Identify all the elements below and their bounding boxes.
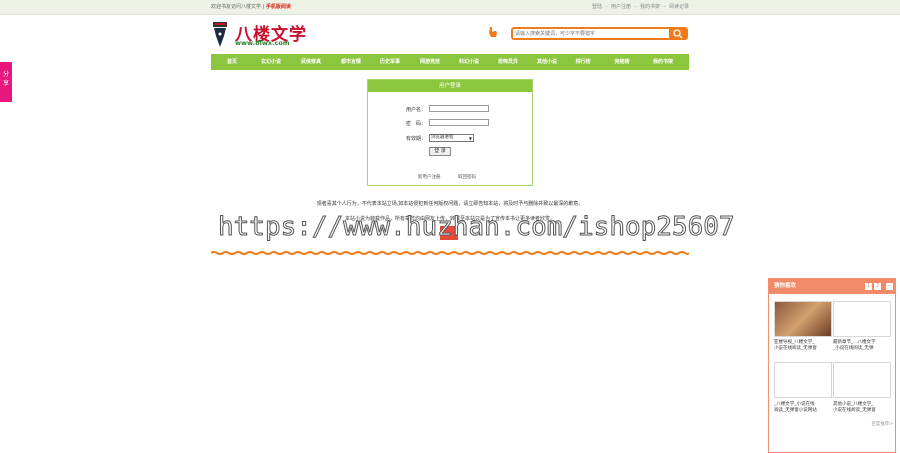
search-input[interactable]: [515, 29, 665, 38]
login-box: 用户登录 用户名： 密 码： 有效期： 浏览器进程 ▼ 登 录 新用户注册 取回…: [367, 79, 533, 186]
expiry-label: 有效期：: [406, 136, 427, 142]
nav-lishi[interactable]: 历史军事: [372, 54, 408, 70]
hand-pointer-icon: [489, 27, 497, 37]
password-label: 密 码：: [406, 121, 427, 127]
logo-url: www.8lwx.com: [235, 39, 290, 47]
recommend-item-4-line2: 小说在线阅读_无弹窗: [833, 408, 876, 413]
site-logo[interactable]: 八楼文学 www.8lwx.com: [211, 20, 321, 50]
register-link[interactable]: 新用户注册: [418, 174, 441, 180]
login-title: 用户登录: [368, 80, 532, 92]
search-box: [511, 27, 688, 40]
nav-wuxia[interactable]: 武侠修真: [293, 54, 329, 70]
nav-kehuan[interactable]: 科幻小说: [451, 54, 487, 70]
pen-nib-icon: [213, 22, 227, 47]
welcome-text: 欢迎书友访问八楼文学: [211, 4, 262, 10]
bookshelf-link[interactable]: 我的书架: [640, 4, 660, 10]
main-nav: 首页 玄幻小说 武侠修真 都市言情 历史军事 网游竞技 科幻小说 恐怖灵异 其他…: [211, 54, 689, 70]
recommend-item-1-line2: 小说在线阅读_无弹窗: [774, 346, 817, 351]
top-link-sep: -: [605, 4, 608, 10]
watermark-text: https://www.huzhan.com/ishop25607: [218, 212, 736, 243]
top-link-sep: -: [663, 4, 666, 10]
nav-xuanhuan[interactable]: 玄幻小说: [253, 54, 289, 70]
expiry-select[interactable]: 浏览器进程 ▼: [429, 134, 474, 142]
recommend-item-2-line2: _小说在线阅读_无弹: [833, 346, 874, 351]
top-bar-inner: 欢迎书友访问八楼文学 | 手机版阅读 登陆 - 用户注册 - 我的书架 - 阅读…: [211, 0, 689, 14]
login-button[interactable]: 登 录: [429, 147, 451, 156]
dropdown-arrow-icon: ▼: [468, 136, 472, 141]
username-label: 用户名：: [406, 107, 427, 113]
nav-qita[interactable]: 其他小说: [529, 54, 565, 70]
more-link[interactable]: 百度推荐>: [871, 421, 893, 427]
mobile-link[interactable]: 手机版阅读: [266, 4, 291, 10]
nav-dushi[interactable]: 都市言情: [333, 54, 369, 70]
recommend-item-4[interactable]: 其他小说_八楼文学_ 小说在线阅读_无弹窗: [833, 402, 893, 414]
top-separator: |: [262, 4, 265, 10]
watermark-overlay: https://www.huzhan.com/ishop25607: [218, 212, 736, 243]
top-bar-links: 登陆 - 用户注册 - 我的书架 - 阅读记录: [590, 0, 689, 14]
username-input[interactable]: [429, 105, 489, 112]
share-label: 分享: [3, 71, 10, 87]
page-2-button[interactable]: 2: [874, 283, 881, 290]
recommend-thumb-1[interactable]: [774, 301, 832, 337]
recommend-item-1[interactable]: 亚楼导视_八楼文学_ 小说在线阅读_无弹窗: [774, 340, 834, 352]
search-button[interactable]: [669, 28, 687, 39]
recommend-thumb-2[interactable]: [833, 301, 891, 337]
collapse-button[interactable]: −: [886, 283, 893, 290]
recommend-thumb-3[interactable]: [774, 362, 832, 398]
nav-completed[interactable]: 完结榜: [607, 54, 637, 70]
top-bar-left: 欢迎书友访问八楼文学 | 手机版阅读: [211, 0, 291, 14]
recommend-thumb-4[interactable]: [833, 362, 891, 398]
nav-home[interactable]: 首页: [217, 54, 247, 70]
login-link[interactable]: 登陆: [592, 4, 602, 10]
disclaimer-line-1: 观者喜其个人行为，不代表本站立场,如本站侵犯到任何版权问题，请立即告知本站，将及…: [316, 201, 584, 207]
history-link[interactable]: 阅读记录: [669, 4, 689, 10]
top-bar: 欢迎书友访问八楼文学 | 手机版阅读 登陆 - 用户注册 - 我的书架 - 阅读…: [0, 0, 900, 15]
nav-ranking[interactable]: 排行榜: [568, 54, 598, 70]
recommend-item-2[interactable]: 最新章节_...八楼文学 _小说在线阅读_无弹: [833, 340, 893, 352]
search-icon: [673, 29, 683, 39]
recommend-panel: 猜你喜欢 1 2 − 亚楼导视_八楼文学_ 小说在线阅读_无弹窗 最新章节_..…: [768, 278, 896, 453]
nav-kongbu[interactable]: 恐怖灵异: [490, 54, 526, 70]
share-tab[interactable]: 分享: [0, 62, 12, 102]
top-link-sep: -: [634, 4, 637, 10]
page-1-button[interactable]: 1: [865, 283, 872, 290]
footer-divider: [211, 251, 689, 255]
nav-bookshelf[interactable]: 我的书架: [645, 54, 681, 70]
register-link[interactable]: 用户注册: [611, 4, 631, 10]
expiry-value: 浏览器进程: [431, 135, 454, 140]
password-input[interactable]: [429, 119, 489, 126]
recommend-item-3-line2: 阅读_无弹窗小说网站: [774, 408, 817, 413]
recommend-item-3[interactable]: _八楼文学_小说在线 阅读_无弹窗小说网站: [774, 402, 834, 414]
forgot-password-link[interactable]: 取回密码: [458, 174, 476, 180]
nav-wangyou[interactable]: 网游竞技: [412, 54, 448, 70]
